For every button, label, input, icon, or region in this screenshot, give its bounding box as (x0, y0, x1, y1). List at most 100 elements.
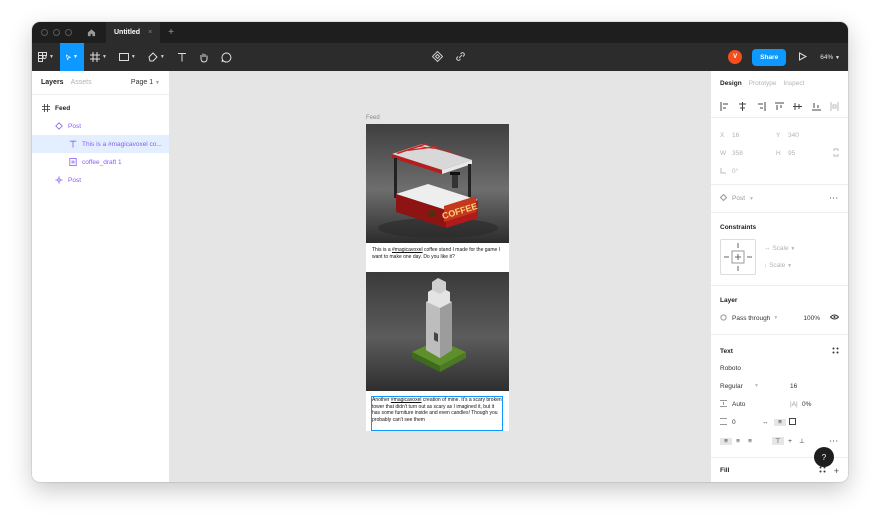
x-label: X (720, 131, 725, 139)
layer-row-image[interactable]: coffee_draft 1 (32, 153, 169, 171)
hand-tool-button[interactable] (193, 43, 215, 71)
tab-assets[interactable]: Assets (71, 79, 92, 86)
distribute-icon[interactable] (830, 101, 839, 111)
constraint-widget[interactable] (720, 239, 756, 275)
component-instance-icon (54, 176, 63, 184)
text-tool-button[interactable] (171, 43, 193, 71)
post-1-caption[interactable]: This is a #magicavoxel coffee stand I ma… (372, 247, 503, 260)
vertical-align-bottom-icon[interactable]: ⊥ (796, 437, 808, 445)
close-tab-icon[interactable]: × (148, 29, 152, 36)
paragraph-spacing-input[interactable]: 0 (732, 419, 762, 426)
move-tool-button[interactable]: ▼ (59, 43, 84, 71)
tab-layers[interactable]: Layers (41, 79, 64, 86)
zoom-dropdown[interactable]: 64% ▼ (820, 54, 840, 61)
vertical-align-top-icon[interactable]: ⊤ (772, 437, 784, 445)
line-height-icon (720, 399, 732, 409)
vertical-constraint-select[interactable]: ↕ Scale ▼ (764, 262, 795, 269)
new-tab-button[interactable]: + (168, 27, 174, 38)
pen-icon (148, 52, 158, 62)
font-size-input[interactable]: 16 (790, 383, 797, 390)
fill-styles-icon[interactable] (819, 466, 826, 475)
rotation-row: 0° (711, 162, 848, 180)
paragraph-row: 0 ↔ ≡ (711, 413, 848, 431)
text-icon (177, 53, 186, 62)
text-align-center-icon[interactable]: ≡ (732, 438, 744, 445)
layer-title: Layer (720, 296, 738, 304)
layer-row-post-2[interactable]: Post (32, 171, 169, 189)
document-tab[interactable]: Untitled × (106, 22, 161, 43)
share-button[interactable]: Share (752, 48, 787, 66)
align-bottom-icon[interactable] (811, 102, 821, 111)
x-input[interactable]: 16 (732, 132, 776, 139)
more-options-icon[interactable]: ··· (830, 195, 840, 202)
layer-row-text[interactable]: This is a #magicavoxel co... (32, 135, 169, 153)
cursor-icon (65, 53, 71, 61)
align-top-icon[interactable] (774, 102, 784, 111)
size-row: W 358 H 95 (711, 144, 848, 162)
page-selector[interactable]: Page 1 ▼ (131, 79, 160, 86)
auto-height-icon[interactable]: ≡ (774, 418, 786, 426)
w-label: W (720, 149, 727, 157)
text-align-right-icon[interactable]: ≡ (744, 438, 756, 445)
canvas[interactable]: Feed COFFEE This is a #magicavoxel coffe… (170, 71, 710, 482)
window-zoom-button[interactable] (65, 29, 72, 36)
chevron-down-icon: ▼ (101, 54, 107, 60)
frame-icon (89, 52, 100, 62)
hashtag-link[interactable]: #magicavoxel (392, 247, 423, 253)
layer-row-feed[interactable]: Feed (32, 99, 169, 117)
y-input[interactable]: 340 (788, 132, 799, 139)
w-input[interactable]: 358 (732, 150, 776, 157)
text-align-left-icon[interactable]: ≡ (720, 437, 732, 445)
tab-design[interactable]: Design (720, 80, 742, 87)
home-icon[interactable] (86, 28, 96, 38)
text-section: Text Roboto Regular ▼ 16 Auto |A| 0% 0 ↔… (711, 334, 848, 451)
blend-mode-select[interactable]: Pass through (732, 315, 770, 322)
play-icon[interactable] (798, 52, 808, 62)
layer-section: Layer Pass through ▼ 100% (711, 285, 848, 328)
chevron-down-icon: ▼ (754, 383, 759, 389)
letter-spacing-input[interactable]: 0% (802, 401, 811, 408)
rotation-input[interactable]: 0° (732, 168, 738, 175)
align-vertical-center-icon[interactable] (793, 102, 803, 111)
tab-prototype[interactable]: Prototype (749, 80, 777, 87)
constrain-proportions-icon[interactable] (833, 148, 839, 159)
component-tool-icon[interactable] (431, 50, 444, 64)
align-right-icon[interactable] (757, 101, 766, 111)
frame-tool-button[interactable]: ▼ (84, 43, 113, 71)
component-name[interactable]: Post (732, 195, 745, 202)
add-fill-icon[interactable]: + (834, 466, 839, 476)
window-minimize-button[interactable] (53, 29, 60, 36)
tower-image[interactable] (366, 272, 509, 391)
comment-icon (221, 51, 232, 62)
line-height-input[interactable]: Auto (732, 401, 790, 408)
pen-tool-button[interactable]: ▼ (142, 43, 171, 71)
main-menu-button[interactable]: ▼ (32, 43, 60, 71)
align-left-icon[interactable] (720, 101, 729, 111)
tab-inspect[interactable]: Inspect (784, 80, 805, 87)
avatar[interactable]: V (728, 50, 743, 64)
horizontal-constraint-select[interactable]: ↔ Scale ▼ (764, 245, 795, 252)
align-horizontal-center-icon[interactable] (738, 101, 747, 111)
link-icon[interactable] (455, 51, 466, 64)
text-styles-icon[interactable] (832, 347, 839, 356)
chevron-down-icon: ▼ (749, 195, 754, 202)
help-button[interactable]: ? (814, 447, 834, 467)
font-family-select[interactable]: Roboto (720, 365, 741, 372)
feed-frame[interactable]: COFFEE This is a #magicavoxel coffee sta… (366, 124, 509, 431)
chevron-down-icon: ▼ (130, 54, 136, 60)
layer-row-post[interactable]: Post (32, 117, 169, 135)
h-input[interactable]: 95 (788, 150, 795, 157)
fixed-size-icon[interactable] (789, 417, 796, 427)
opacity-input[interactable]: 100% (803, 315, 820, 322)
eye-icon[interactable] (829, 314, 840, 322)
window-close-button[interactable] (41, 29, 48, 36)
comment-tool-button[interactable] (215, 43, 238, 71)
layer-name: coffee_draft 1 (82, 158, 122, 166)
shape-tool-button[interactable]: ▼ (113, 43, 142, 71)
frame-label[interactable]: Feed (366, 115, 380, 121)
auto-width-icon[interactable]: ↔ (762, 419, 774, 426)
font-weight-select[interactable]: Regular (720, 383, 754, 390)
coffee-stand-image[interactable]: COFFEE (366, 124, 509, 243)
vertical-align-middle-icon[interactable]: + (784, 438, 796, 445)
more-text-options-icon[interactable]: ··· (830, 438, 840, 445)
